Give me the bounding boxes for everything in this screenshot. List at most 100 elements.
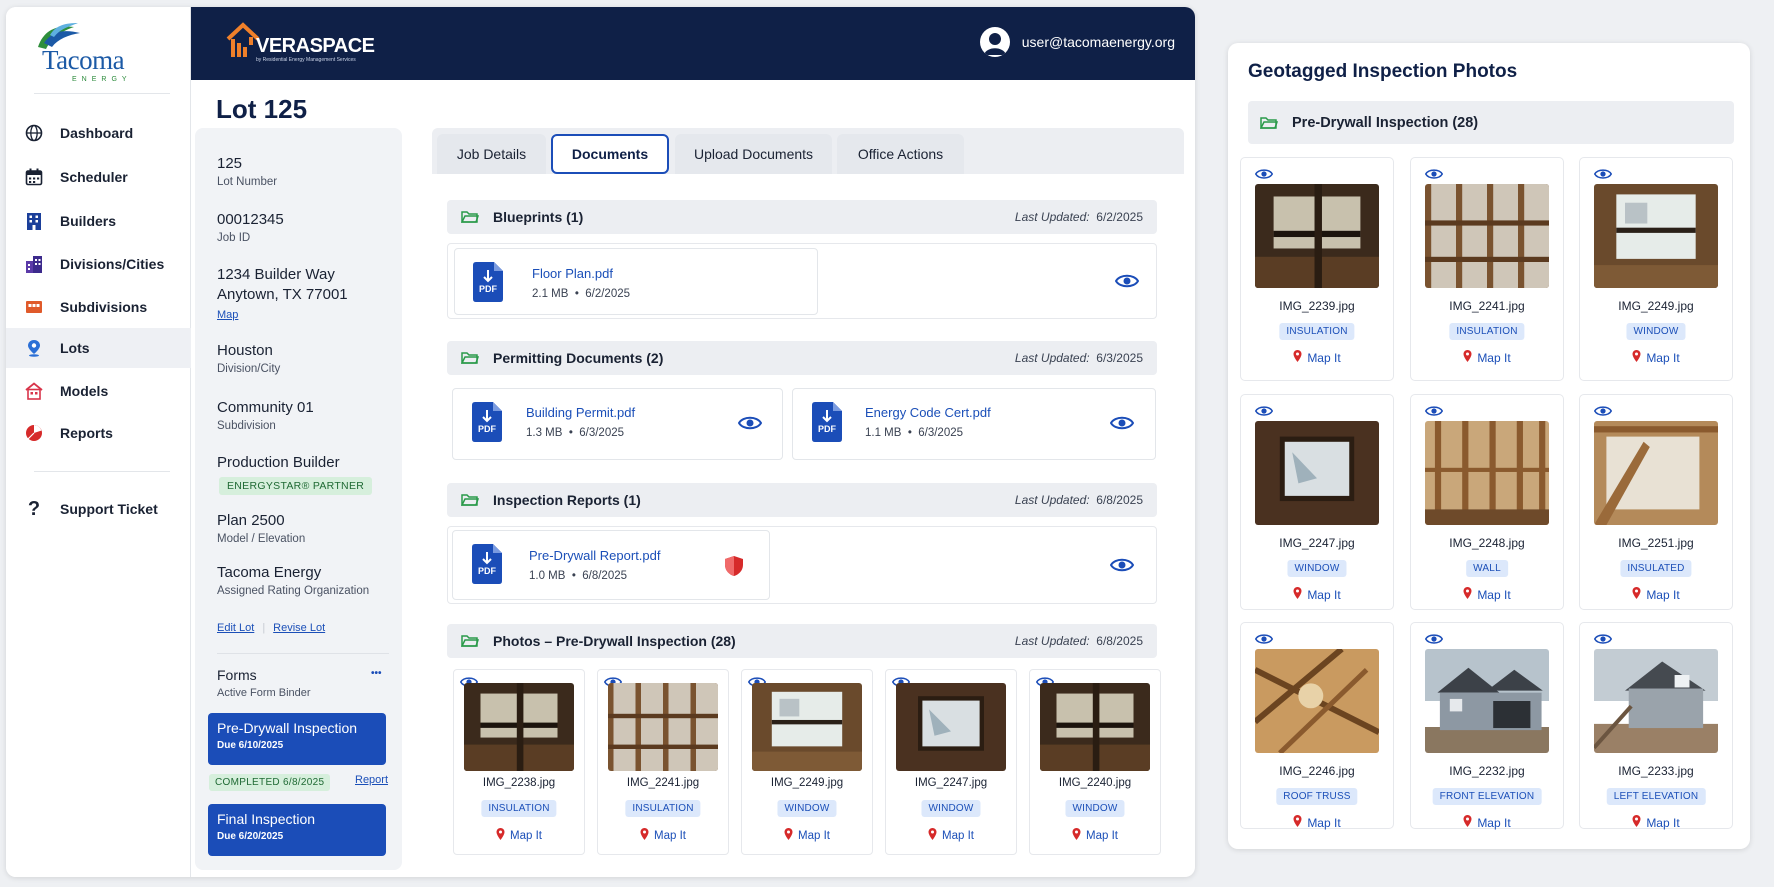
geotag-section-header[interactable]: Pre-Drywall Inspection (28) <box>1248 101 1734 144</box>
section-title: Pre-Drywall Inspection (28) <box>1292 114 1479 131</box>
sidebar-item-dashboard[interactable]: Dashboard <box>6 113 191 153</box>
map-it-link[interactable]: Map It <box>1411 587 1563 602</box>
map-it-link[interactable]: Map It <box>1411 350 1563 365</box>
photo-card[interactable]: IMG_2238.jpg INSULATION Map It <box>453 669 585 855</box>
edit-lot-link[interactable]: Edit Lot <box>217 622 254 634</box>
photo-thumbnail[interactable] <box>464 683 574 771</box>
map-link[interactable]: Map <box>217 309 238 321</box>
geotag-photo-card[interactable]: IMG_2247.jpg WINDOW Map It <box>1240 394 1394 610</box>
photo-thumbnail[interactable] <box>1425 421 1549 525</box>
map-it-link[interactable]: Map It <box>1241 587 1393 602</box>
sidebar-item-reports[interactable]: Reports <box>6 413 191 453</box>
photo-thumbnail[interactable] <box>1255 421 1379 525</box>
file-name-link[interactable]: Pre-Drywall Report.pdf <box>529 548 661 563</box>
more-options-button[interactable]: ••• <box>371 668 382 679</box>
user-menu[interactable]: user@tacomaenergy.org <box>979 27 1175 57</box>
file-card-energy-code[interactable] <box>792 388 1156 460</box>
geotag-photo-card[interactable]: IMG_2233.jpg LEFT ELEVATION Map It <box>1579 622 1733 830</box>
map-it-link[interactable]: Map It <box>1411 815 1563 830</box>
photo-card[interactable]: IMG_2247.jpg WINDOW Map It <box>885 669 1017 855</box>
sidebar-item-builders[interactable]: Builders <box>6 201 191 241</box>
report-link[interactable]: Report <box>355 774 388 786</box>
view-eye-icon[interactable] <box>1254 632 1274 644</box>
section-blueprints[interactable]: Blueprints (1) Last Updated: 6/2/2025 <box>447 200 1157 234</box>
map-it-link[interactable]: Map It <box>598 828 728 843</box>
geotag-photo-card[interactable]: IMG_2246.jpg ROOF TRUSS Map It <box>1240 622 1394 830</box>
form-card-pre-drywall[interactable]: Pre-Drywall Inspection Due 6/10/2025 <box>208 713 386 765</box>
sidebar-item-subdivisions[interactable]: Subdivisions <box>6 287 191 327</box>
photo-thumbnail[interactable] <box>608 683 718 771</box>
photo-thumbnail[interactable] <box>1255 184 1379 288</box>
map-it-link[interactable]: Map It <box>1241 815 1393 830</box>
photo-tag: LEFT ELEVATION <box>1606 788 1706 805</box>
view-eye-icon[interactable] <box>1254 404 1274 416</box>
sidebar-item-scheduler[interactable]: Scheduler <box>6 157 191 197</box>
map-it-link[interactable]: Map It <box>1030 828 1160 843</box>
photo-card[interactable]: IMG_2240.jpg WINDOW Map It <box>1029 669 1161 855</box>
view-eye-icon[interactable] <box>1109 557 1135 573</box>
map-it-link[interactable]: Map It <box>1580 350 1732 365</box>
view-eye-icon[interactable] <box>1114 273 1140 289</box>
sidebar-item-models[interactable]: Models <box>6 371 191 411</box>
tacoma-logo[interactable]: Tacoma ENERGY <box>28 15 168 85</box>
model-value: Plan 2500 <box>217 512 285 529</box>
file-name-link[interactable]: Energy Code Cert.pdf <box>865 405 991 420</box>
section-photos[interactable]: Photos – Pre-Drywall Inspection (28) Las… <box>447 624 1157 658</box>
photo-thumbnail[interactable] <box>1425 184 1549 288</box>
form-title: Final Inspection <box>217 811 316 827</box>
geotag-photo-card[interactable]: IMG_2232.jpg FRONT ELEVATION Map It <box>1410 622 1564 830</box>
geotag-photo-card[interactable]: IMG_2241.jpg INSULATION Map It <box>1410 157 1564 381</box>
subdivision-value: Community 01 <box>217 399 314 416</box>
view-eye-icon[interactable] <box>1593 632 1613 644</box>
file-name-link[interactable]: Building Permit.pdf <box>526 405 635 420</box>
sidebar-item-lots[interactable]: Lots <box>6 328 191 368</box>
photo-thumbnail[interactable] <box>1040 683 1150 771</box>
geotag-photo-card[interactable]: IMG_2251.jpg INSULATED Map It <box>1579 394 1733 610</box>
tab-job-details[interactable]: Job Details <box>437 134 546 174</box>
file-card-floor-plan[interactable] <box>454 248 818 315</box>
view-eye-icon[interactable] <box>1593 167 1613 179</box>
view-eye-icon[interactable] <box>1593 404 1613 416</box>
photo-thumbnail[interactable] <box>752 683 862 771</box>
tab-documents[interactable]: Documents <box>551 134 669 174</box>
geotag-photo-card[interactable]: IMG_2239.jpg INSULATION Map It <box>1240 157 1394 381</box>
section-inspection-reports[interactable]: Inspection Reports (1) Last Updated: 6/8… <box>447 483 1157 517</box>
photo-thumbnail[interactable] <box>1594 421 1718 525</box>
view-eye-icon[interactable] <box>1424 167 1444 179</box>
revise-lot-link[interactable]: Revise Lot <box>273 622 325 634</box>
sidebar-item-label: Subdivisions <box>60 299 148 315</box>
section-permitting[interactable]: Permitting Documents (2) Last Updated: 6… <box>447 341 1157 375</box>
map-it-link[interactable]: Map It <box>454 828 584 843</box>
photo-card[interactable]: IMG_2241.jpg INSULATION Map It <box>597 669 729 855</box>
geotag-photo-card[interactable]: IMG_2249.jpg WINDOW Map It <box>1579 157 1733 381</box>
view-eye-icon[interactable] <box>1254 167 1274 179</box>
sidebar-item-label: Reports <box>60 425 113 441</box>
map-it-link[interactable]: Map It <box>1580 587 1732 602</box>
photo-thumbnail[interactable] <box>1255 649 1379 753</box>
photo-thumbnail[interactable] <box>896 683 1006 771</box>
file-name-link[interactable]: Floor Plan.pdf <box>532 266 613 281</box>
photo-card[interactable]: IMG_2249.jpg WINDOW Map It <box>741 669 873 855</box>
map-it-link[interactable]: Map It <box>886 828 1016 843</box>
geotag-photo-card[interactable]: IMG_2248.jpg WALL Map It <box>1410 394 1564 610</box>
view-eye-icon[interactable] <box>1424 404 1444 416</box>
photo-thumbnail[interactable] <box>1425 649 1549 753</box>
map-it-label: Map It <box>1307 815 1341 830</box>
map-pin-icon <box>1293 815 1302 830</box>
tab-office-actions[interactable]: Office Actions <box>837 134 964 174</box>
sidebar-item-divisions[interactable]: Divisions/Cities <box>6 244 191 284</box>
tab-upload-documents[interactable]: Upload Documents <box>675 134 832 174</box>
map-it-link[interactable]: Map It <box>1580 815 1732 830</box>
view-eye-icon[interactable] <box>1424 632 1444 644</box>
view-eye-icon[interactable] <box>1109 415 1135 431</box>
photo-thumbnail[interactable] <box>1594 184 1718 288</box>
photo-thumbnail[interactable] <box>1594 649 1718 753</box>
sidebar-item-support[interactable]: ? Support Ticket <box>6 489 191 529</box>
map-it-link[interactable]: Map It <box>1241 350 1393 365</box>
veraspace-logo[interactable]: VERASPACE by Residential Energy Manageme… <box>226 15 386 69</box>
divider <box>217 653 389 654</box>
map-it-link[interactable]: Map It <box>742 828 872 843</box>
photo-tag: WINDOW <box>777 800 837 817</box>
view-eye-icon[interactable] <box>737 415 763 431</box>
form-card-final-inspection[interactable]: Final Inspection Due 6/20/2025 <box>208 804 386 856</box>
